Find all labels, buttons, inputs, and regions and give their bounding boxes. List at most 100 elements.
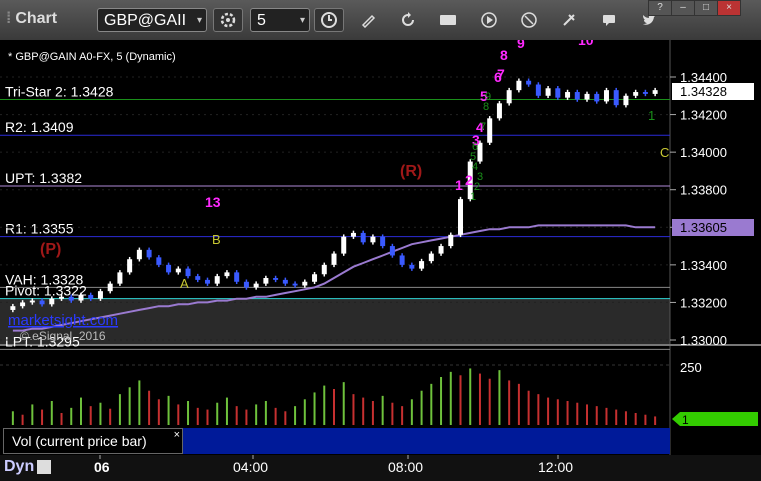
level-label: UPT: 1.3382 [5, 170, 82, 186]
letter-a: A [180, 276, 189, 291]
price-bar-body [409, 264, 415, 269]
price-bar-body [623, 95, 629, 106]
close-button[interactable]: × [717, 0, 741, 16]
symbol-input[interactable]: GBP@GAII ▾ [97, 8, 207, 32]
letter-c: C [660, 145, 669, 160]
symbol-value: GBP@GAII [104, 12, 187, 29]
price-bar-body [156, 257, 162, 265]
price-bar-body [399, 255, 405, 265]
price-bar-body [253, 283, 259, 288]
interval-value: 5 [257, 12, 266, 29]
get-button[interactable] [438, 10, 458, 30]
price-bar-body [419, 261, 425, 269]
price-bar-body [136, 249, 142, 260]
chart-header: * GBP@GAIN A0-FX, 5 (Dynamic) [8, 51, 176, 63]
price-bar-body [29, 300, 35, 303]
alert-button[interactable] [519, 10, 539, 30]
x-tick-label: 08:00 [388, 459, 423, 475]
watermark-site: marketsight.com [8, 312, 118, 329]
price-bar-body [273, 278, 279, 280]
price-bar-body [487, 118, 493, 143]
ma-value-label: 1.33605 [680, 220, 727, 235]
price-bar-body [59, 296, 65, 299]
price-bar-body [224, 272, 230, 277]
price-bar-body [594, 93, 600, 102]
price-bar-body [350, 232, 356, 237]
price-bar-body [185, 268, 191, 277]
play-button[interactable] [479, 10, 499, 30]
draw-button[interactable] [358, 10, 378, 30]
help-button[interactable]: ? [648, 0, 672, 16]
close-icon[interactable]: × [174, 423, 180, 447]
time-axis-background [0, 455, 761, 481]
price-bar-body [166, 264, 172, 273]
price-bar-body [496, 103, 502, 119]
price-bar-body [526, 80, 532, 85]
y-tick-label: 1.33000 [680, 333, 727, 348]
settings-button[interactable] [213, 8, 243, 32]
minimize-button[interactable]: – [671, 0, 695, 16]
price-bar-body [195, 276, 201, 280]
refresh-button[interactable] [398, 10, 418, 30]
y-tick-label: 1.33200 [680, 295, 727, 310]
price-bar-body [331, 253, 337, 265]
price-bar-body [107, 283, 113, 292]
volume-tab-band [183, 428, 670, 454]
volume-tab[interactable]: Vol (current price bar) × [3, 428, 183, 454]
price-bar-body [214, 276, 220, 284]
price-bar-body [438, 246, 444, 254]
setup-count-2: 2 [465, 172, 473, 188]
play-icon [481, 12, 497, 28]
price-bar-body [20, 302, 26, 307]
price-bar-body [555, 88, 561, 98]
x-tick-label: 06 [94, 459, 110, 475]
trend-count-9: 9 [485, 91, 491, 103]
letter-b: B [212, 232, 221, 247]
volume-tab-label: Vol (current price bar) [12, 433, 147, 449]
chevron-down-icon[interactable]: ▾ [197, 9, 202, 33]
price-bar-body [88, 294, 94, 299]
price-bar-body [39, 300, 45, 305]
price-bar-body [204, 279, 210, 284]
price-bar-body [380, 236, 386, 247]
comment-icon [603, 15, 615, 26]
price-bar-body [49, 298, 55, 305]
setup-count-10: 10 [578, 40, 594, 48]
refresh-icon [402, 12, 414, 26]
app-title-label: Chart [15, 10, 58, 27]
p-marker: (P) [40, 241, 61, 258]
price-bar-body [302, 281, 308, 286]
tools-icon [563, 14, 575, 26]
price-bar-body [389, 246, 395, 256]
price-bar-body [282, 279, 288, 284]
price-bar-body [565, 92, 571, 98]
setup-count-8: 8 [500, 47, 508, 63]
setup-count-7: 7 [497, 66, 505, 82]
price-bar-body [175, 268, 181, 273]
y-tick-label: 1.34400 [680, 70, 727, 85]
tools-button[interactable] [559, 10, 579, 30]
price-bar-body [97, 291, 103, 299]
interval-input[interactable]: 5 ▾ [250, 8, 310, 32]
comment-button[interactable] [599, 10, 619, 30]
price-bar-body [68, 296, 74, 301]
chart-svg: * GBP@GAIN A0-FX, 5 (Dynamic) Tri-Star 2… [0, 40, 761, 481]
get-icon [440, 15, 456, 25]
app-title: ⁞ Chart [6, 10, 57, 28]
level-label: R1: 1.3355 [5, 221, 74, 237]
price-bar-body [535, 84, 541, 96]
volume-axis-label: 250 [680, 360, 702, 375]
trend-count-7: 7 [480, 121, 486, 133]
maximize-button[interactable]: □ [694, 0, 718, 16]
grip-icon[interactable]: ⁞ [6, 10, 11, 27]
r-marker: (R) [400, 163, 422, 180]
settings-icon[interactable] [37, 459, 52, 474]
price-bar-body [127, 259, 133, 273]
price-bar-body [574, 92, 580, 100]
setup-count-13: 13 [205, 194, 221, 210]
clock-button[interactable] [314, 8, 344, 32]
dynamic-label-text: Dyn [4, 458, 35, 475]
price-bar-body [243, 281, 249, 288]
chevron-down-icon[interactable]: ▾ [300, 9, 305, 33]
dynamic-label: Dyn [4, 458, 52, 476]
